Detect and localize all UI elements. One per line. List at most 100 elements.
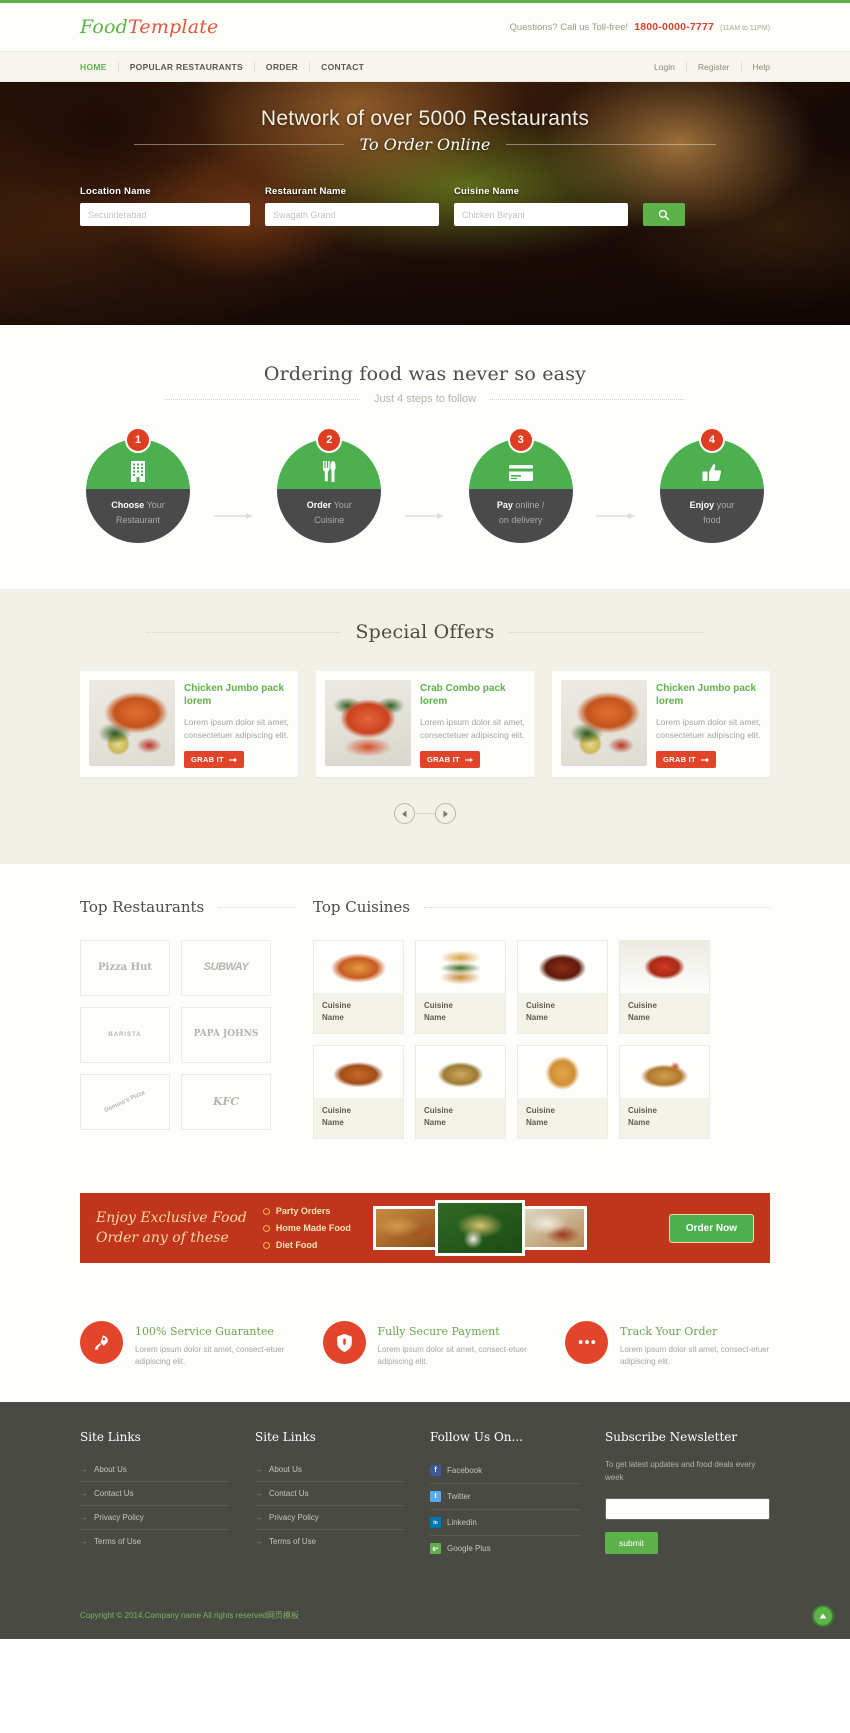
social-link-label: Facebook bbox=[447, 1466, 483, 1475]
restaurant-logo-card[interactable]: SUBWAY bbox=[181, 940, 271, 996]
footer-link[interactable]: → Privacy Policy bbox=[80, 1506, 230, 1529]
social-link-facebook[interactable]: f Facebook bbox=[430, 1458, 580, 1483]
nav-item-order[interactable]: ORDER bbox=[255, 61, 311, 72]
carousel-prev-button[interactable] bbox=[394, 803, 415, 824]
footer-link[interactable]: → About Us bbox=[80, 1458, 230, 1481]
restaurant-logo-card[interactable]: PAPA JOHNS bbox=[181, 1007, 271, 1063]
cuisine-image bbox=[620, 1046, 709, 1098]
offer-description: Lorem ipsum dolor sit amet, consectetuer… bbox=[184, 717, 289, 740]
offer-card[interactable]: Chicken Jumbo pack lorem Lorem ipsum dol… bbox=[552, 671, 770, 777]
nav-item-register[interactable]: Register bbox=[687, 61, 742, 72]
footer-links-list: → About Us → Contact Us → Privacy Policy → T… bbox=[80, 1458, 230, 1553]
copyright-extra: 网页模板 bbox=[266, 1611, 299, 1620]
order-now-button[interactable]: Order Now bbox=[668, 1213, 754, 1243]
cuisine-card[interactable]: Cuisine Name bbox=[415, 1045, 506, 1139]
cuisine-card[interactable]: Cuisine Name bbox=[619, 1045, 710, 1139]
nav-item-login[interactable]: Login bbox=[643, 61, 687, 72]
cuisine-input[interactable] bbox=[454, 203, 628, 226]
feature-item: Fully Secure Payment Lorem ipsum dolor s… bbox=[322, 1321, 528, 1368]
carousel-nav-divider bbox=[415, 813, 435, 814]
footer-link[interactable]: → About Us bbox=[255, 1458, 405, 1481]
chevron-left-icon bbox=[402, 810, 407, 817]
cuisine-name-line1: Cuisine bbox=[322, 1106, 351, 1115]
nav-item-contact[interactable]: CONTACT bbox=[310, 62, 375, 72]
footer-link[interactable]: → Contact Us bbox=[255, 1482, 405, 1505]
shield-icon bbox=[336, 1333, 352, 1352]
feature-icon-circle bbox=[565, 1321, 608, 1364]
footer-column-title: Subscribe Newsletter bbox=[605, 1430, 738, 1444]
restaurant-logo-text: BARISTA bbox=[108, 1031, 142, 1038]
cuisine-card[interactable]: Cuisine Name bbox=[517, 940, 608, 1034]
google-plus-icon: g+ bbox=[430, 1543, 441, 1554]
hero-rule-left bbox=[133, 144, 344, 145]
back-to-top-button[interactable] bbox=[812, 1605, 834, 1627]
footer-link[interactable]: → Terms of Use bbox=[255, 1530, 405, 1553]
cuisine-image bbox=[518, 941, 607, 993]
twitter-icon: t bbox=[430, 1491, 441, 1502]
step-item-4[interactable]: 4 Enjoy your food bbox=[659, 427, 764, 543]
footer-link-label: Terms of Use bbox=[269, 1537, 317, 1546]
nav-item-popular-restaurants[interactable]: POPULAR RESTAURANTS bbox=[119, 61, 255, 72]
step-label-line2: on delivery bbox=[498, 515, 543, 525]
footer-link-item: → Contact Us bbox=[80, 1482, 230, 1506]
feature-icon-circle bbox=[80, 1321, 123, 1364]
restaurant-logo-text: Pizza Hut bbox=[98, 961, 152, 973]
social-link-linkedin[interactable]: in Linkedin bbox=[430, 1510, 580, 1535]
step-item-2[interactable]: 2 Order Your Cuisine bbox=[277, 427, 382, 543]
footer-link[interactable]: → Terms of Use bbox=[80, 1530, 230, 1553]
carousel-next-button[interactable] bbox=[435, 803, 456, 824]
footer-link-label: Privacy Policy bbox=[94, 1513, 144, 1522]
cuisine-card[interactable]: Cuisine Name bbox=[619, 940, 710, 1034]
grab-it-button[interactable]: GRAB IT bbox=[420, 751, 480, 768]
cuisine-card[interactable]: Cuisine Name bbox=[517, 1045, 608, 1139]
footer-link[interactable]: → Privacy Policy bbox=[255, 1506, 405, 1529]
search-button[interactable] bbox=[643, 203, 685, 226]
step-arrow-3 bbox=[596, 512, 636, 520]
social-link-twitter[interactable]: t Twitter bbox=[430, 1484, 580, 1509]
contact-info: Questions? Call us Toll-free! 1800-0000-… bbox=[510, 21, 770, 33]
grab-it-button[interactable]: GRAB IT bbox=[656, 751, 716, 768]
cuisine-card[interactable]: Cuisine Name bbox=[313, 1045, 404, 1139]
offer-card[interactable]: Chicken Jumbo pack lorem Lorem ipsum dol… bbox=[80, 671, 298, 777]
social-link-item: f Facebook bbox=[430, 1458, 580, 1484]
grab-it-button[interactable]: GRAB IT bbox=[184, 751, 244, 768]
nav-item-help[interactable]: Help bbox=[742, 62, 770, 72]
location-input[interactable] bbox=[80, 203, 250, 226]
circle-bullet-icon bbox=[262, 1207, 270, 1215]
cuisine-name-line1: Cuisine bbox=[526, 1001, 555, 1010]
cuisine-card[interactable]: Cuisine Name bbox=[313, 940, 404, 1034]
restaurant-logo-card[interactable]: KFC bbox=[181, 1074, 271, 1130]
circle-bullet-icon bbox=[262, 1241, 270, 1249]
grab-it-label: GRAB IT bbox=[191, 755, 224, 764]
restaurant-input[interactable] bbox=[265, 203, 439, 226]
newsletter-email-input[interactable] bbox=[605, 1498, 770, 1520]
footer-link[interactable]: → Contact Us bbox=[80, 1482, 230, 1505]
special-offers-section: Special Offers Chicken Jumbo pack lorem … bbox=[0, 589, 850, 864]
circle-bullet-icon bbox=[262, 1224, 270, 1232]
building-icon bbox=[131, 461, 145, 482]
arrow-right-icon: → bbox=[80, 1513, 88, 1522]
cuisine-name-line2: Name bbox=[322, 1013, 344, 1022]
restaurant-logo-text: PAPA JOHNS bbox=[193, 1029, 259, 1040]
promo-banner-section: Enjoy Exclusive Food Order any of these … bbox=[0, 1183, 850, 1297]
restaurant-logo-card[interactable]: Pizza Hut bbox=[80, 940, 170, 996]
footer-column-title: Site Links bbox=[80, 1430, 141, 1444]
restaurant-logo-card[interactable]: BARISTA bbox=[80, 1007, 170, 1063]
arrow-right-icon: → bbox=[255, 1465, 263, 1474]
step-item-3[interactable]: 3 Pay online / on delivery bbox=[468, 427, 573, 543]
cuisine-card[interactable]: Cuisine Name bbox=[415, 940, 506, 1034]
footer-column-title: Follow Us On... bbox=[430, 1430, 523, 1444]
social-link-googleplus[interactable]: g+ Google Plus bbox=[430, 1536, 580, 1561]
site-logo[interactable]: FoodTemplate bbox=[80, 16, 219, 38]
newsletter-submit-button[interactable]: submit bbox=[605, 1532, 659, 1554]
step-item-1[interactable]: 1 Choose Your Restaurant bbox=[86, 427, 190, 543]
offer-title: Chicken Jumbo pack lorem bbox=[656, 683, 757, 707]
nav-item-home[interactable]: HOME bbox=[80, 61, 119, 72]
cuisine-image bbox=[620, 941, 709, 993]
offer-card[interactable]: Crab Combo pack lorem Lorem ipsum dolor … bbox=[316, 671, 534, 777]
promo-item: Home Made Food bbox=[262, 1220, 351, 1237]
restaurant-logo-card[interactable]: Domino's Pizza bbox=[80, 1074, 170, 1130]
grab-it-label: GRAB IT bbox=[663, 755, 696, 764]
offer-title: Chicken Jumbo pack lorem bbox=[184, 683, 285, 707]
step-label-rest: your bbox=[714, 500, 735, 510]
